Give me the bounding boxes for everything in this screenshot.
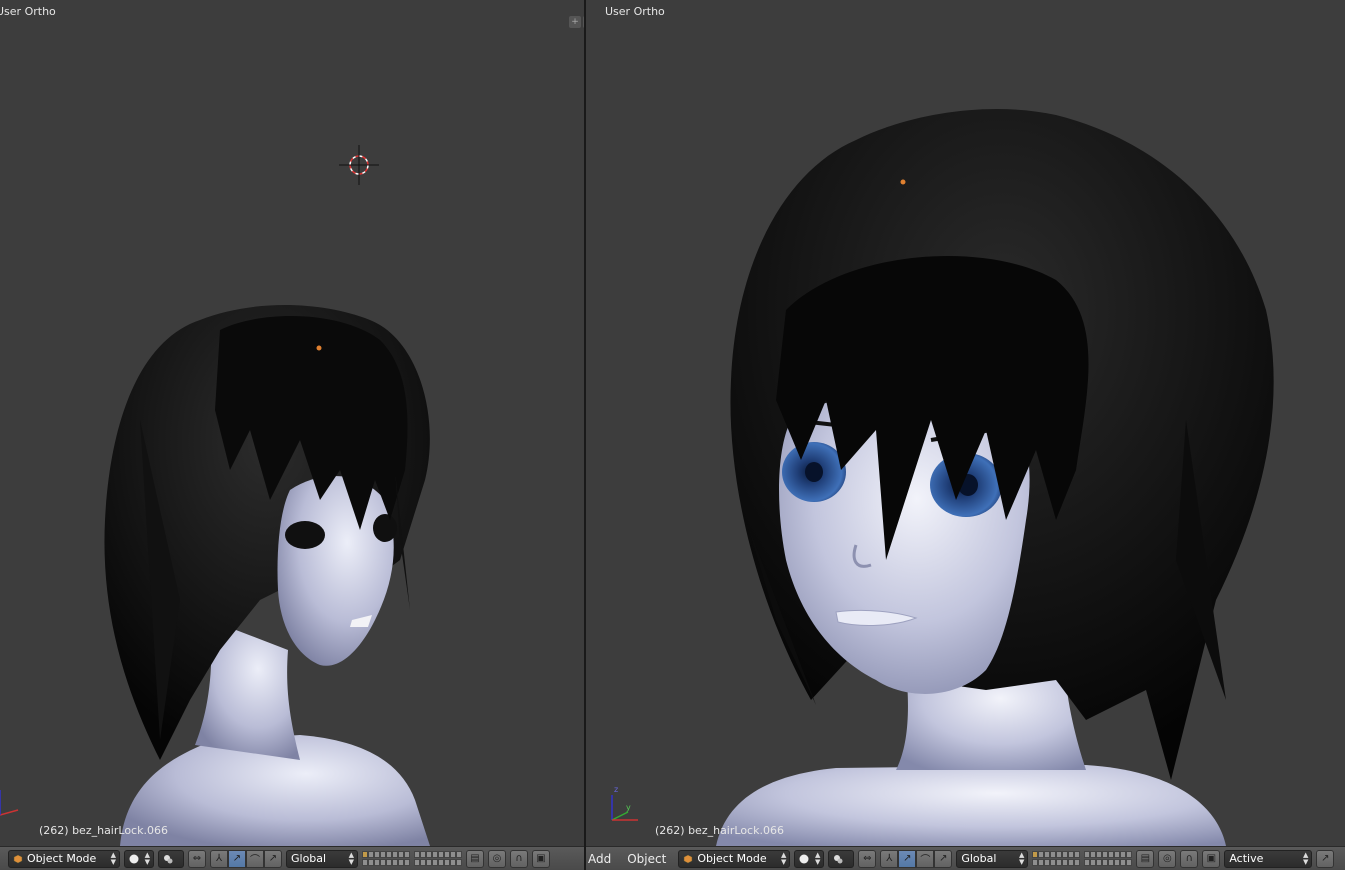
scale-handle-button[interactable]: ↗	[934, 849, 953, 868]
mode-dropdown[interactable]: Object Mode ▲ ▼	[8, 849, 120, 868]
orientation-dropdown[interactable]: Global ▲ ▼	[956, 849, 1029, 868]
viewport-right[interactable]: User Ortho z y (262) bez_hairLock.066	[586, 0, 1345, 846]
transform-manipulators: ⅄ ↗ ⌒ ↗	[880, 849, 953, 868]
lock-layers-button[interactable]: ▤	[466, 849, 484, 868]
viewport-header-left: Object Mode ▲ ▼ ▲ ▼ ⇔ ⅄ ↗ ⌒ ↗ Global ▲ ▼ ▤ …	[0, 846, 584, 870]
layer-grid-1[interactable]	[1032, 851, 1081, 866]
orientation-label: Global	[291, 852, 327, 865]
scale-icon: ⌒	[250, 855, 260, 866]
layers-icon: ▤	[1140, 853, 1151, 864]
layers-icon: ▤	[470, 853, 480, 864]
snap-button[interactable]: ∩	[1180, 849, 1199, 868]
pivot-dropdown[interactable]	[828, 849, 855, 868]
mode-label: Object Mode	[27, 852, 97, 865]
updown-arrow-icon: ▲ ▼	[1018, 850, 1025, 866]
split-plus-icon[interactable]: +	[569, 16, 581, 28]
translate-button[interactable]: ⅄	[210, 849, 228, 868]
sphere-icon	[799, 854, 809, 863]
viewport-left[interactable]: User Ortho (262) bez_hairLock.066	[0, 0, 584, 846]
snap-element-button[interactable]: ▣	[1202, 849, 1221, 868]
object-info: (262) bez_hairLock.066	[655, 824, 784, 837]
pivot-dropdown[interactable]	[158, 849, 184, 868]
translate-icon: ⅄	[215, 853, 223, 864]
manipulator-icon: ⇔	[863, 853, 872, 864]
align-rotation-button[interactable]: ↗	[1316, 849, 1335, 868]
updown-arrow-icon: ▲ ▼	[814, 850, 821, 866]
svg-text:y: y	[626, 803, 631, 812]
viewport-header-right: Add Object Object Mode ▲ ▼ ▲ ▼ ⇔ ⅄ ↗ ⌒ ↗ G…	[586, 846, 1345, 870]
shading-dropdown[interactable]: ▲ ▼	[124, 849, 154, 868]
transform-manipulators: ⅄ ↗ ⌒ ↗	[210, 849, 282, 868]
mode-label: Object Mode	[697, 852, 767, 865]
snap-cube-icon: ▣	[536, 853, 546, 864]
pivot-icon	[834, 854, 843, 863]
viewport-scene-right[interactable]: z y	[586, 0, 1345, 846]
sphere-icon	[129, 854, 139, 863]
updown-arrow-icon: ▲ ▼	[110, 850, 116, 866]
rotate-button[interactable]: ↗	[228, 849, 246, 868]
snap-target-label: Active	[1229, 852, 1264, 865]
cube-icon	[13, 854, 23, 863]
pivot-icon	[164, 854, 173, 863]
3d-cursor-icon	[339, 145, 379, 185]
proportional-icon: ◎	[492, 853, 502, 864]
cube-icon	[684, 854, 693, 863]
snap-target-dropdown[interactable]: Active ▲ ▼	[1224, 849, 1313, 868]
orientation-dropdown[interactable]: Global ▲ ▼	[286, 849, 358, 868]
scale-handle-icon: ↗	[939, 853, 948, 864]
manipulator-icon: ⇔	[192, 853, 202, 864]
lock-layers-button[interactable]: ▤	[1136, 849, 1155, 868]
snap-button[interactable]: ∩	[510, 849, 528, 868]
layer-grid-2[interactable]	[1084, 851, 1133, 866]
axis-widget-icon: z y	[611, 785, 638, 821]
scale-handle-icon: ↗	[268, 853, 278, 864]
proportional-edit-button[interactable]: ◎	[1158, 849, 1177, 868]
shading-dropdown[interactable]: ▲ ▼	[794, 849, 825, 868]
magnet-icon: ∩	[1185, 853, 1193, 864]
viewport-scene-left[interactable]	[0, 0, 584, 846]
translate-button[interactable]: ⅄	[880, 849, 899, 868]
svg-text:z: z	[614, 785, 618, 794]
menu-object[interactable]: Object	[619, 852, 674, 866]
proportional-edit-button[interactable]: ◎	[488, 849, 506, 868]
align-icon: ↗	[1321, 853, 1330, 864]
magnet-icon: ∩	[515, 853, 523, 864]
rotate-icon: ↗	[232, 853, 242, 864]
layer-grid-2[interactable]	[414, 851, 462, 866]
updown-arrow-icon: ▲ ▼	[144, 850, 150, 866]
layer-grid-1[interactable]	[362, 851, 410, 866]
snap-element-button[interactable]: ▣	[532, 849, 550, 868]
scale-handle-button[interactable]: ↗	[264, 849, 282, 868]
translate-icon: ⅄	[886, 853, 893, 864]
updown-arrow-icon: ▲ ▼	[1302, 850, 1309, 866]
menu-add[interactable]: Add	[588, 852, 615, 866]
rotate-icon: ↗	[903, 853, 912, 864]
updown-arrow-icon: ▲ ▼	[348, 850, 354, 866]
snap-cube-icon: ▣	[1206, 853, 1217, 864]
scale-button[interactable]: ⌒	[916, 849, 935, 868]
axis-widget-icon	[0, 790, 19, 816]
scale-icon: ⌒	[920, 855, 931, 866]
object-info: (262) bez_hairLock.066	[39, 824, 168, 837]
scale-button[interactable]: ⌒	[246, 849, 264, 868]
updown-arrow-icon: ▲ ▼	[780, 850, 787, 866]
manipulator-toggle-button[interactable]: ⇔	[188, 849, 206, 868]
proportional-icon: ◎	[1162, 853, 1172, 864]
manipulator-toggle-button[interactable]: ⇔	[858, 849, 877, 868]
rotate-button[interactable]: ↗	[898, 849, 917, 868]
mode-dropdown[interactable]: Object Mode ▲ ▼	[678, 849, 791, 868]
orientation-label: Global	[961, 852, 997, 865]
